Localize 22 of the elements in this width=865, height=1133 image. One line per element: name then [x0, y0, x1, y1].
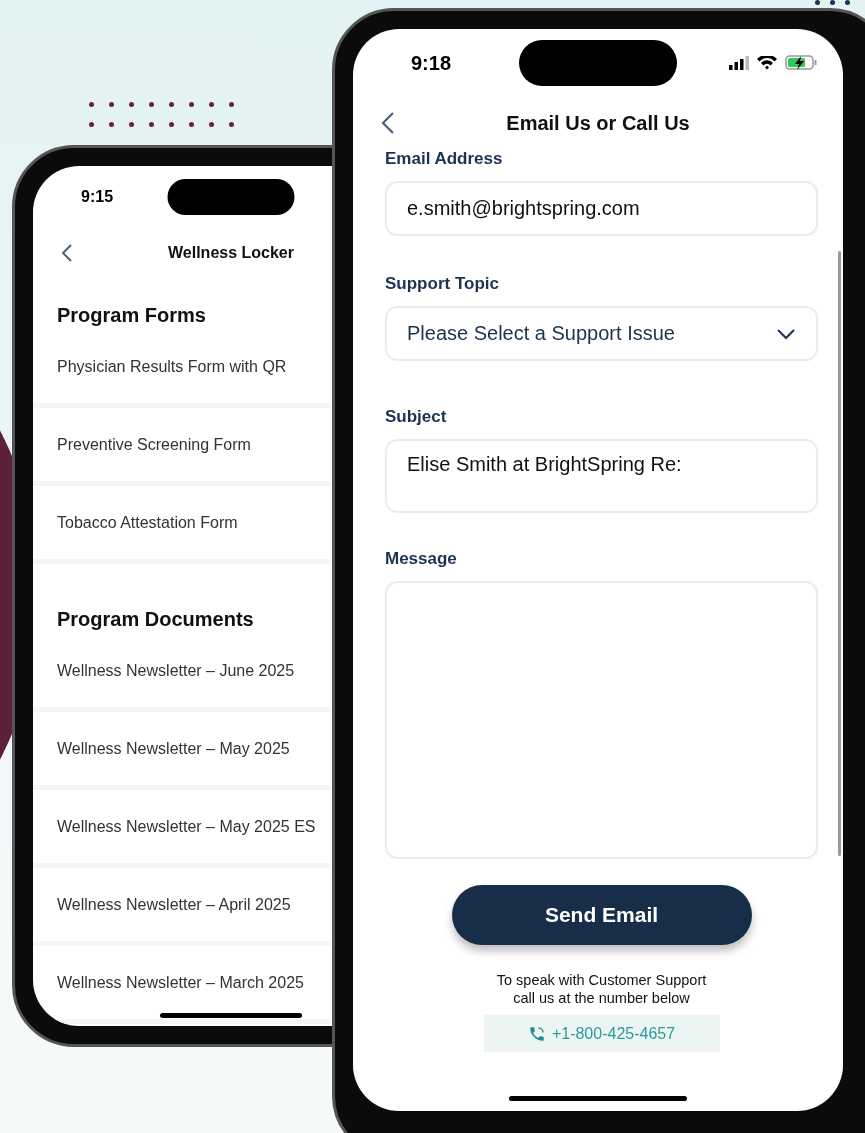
section-heading: Program Documents [56, 606, 255, 632]
send-button[interactable]: Send Email [451, 885, 752, 945]
back-icon[interactable] [61, 243, 73, 263]
field-label: Support Topic [385, 274, 500, 294]
section-heading: Program Forms [56, 302, 207, 328]
phone-icon [527, 1024, 546, 1043]
dropdown-field[interactable]: Please Select a Support Issue [385, 306, 818, 361]
field-label: Subject [385, 407, 448, 427]
chevron-down-icon [776, 327, 796, 340]
status-time: 9:15 [81, 188, 114, 206]
screen-title: Email Us or Call Us [506, 111, 690, 135]
status-time: 9:18 [411, 51, 452, 75]
field-label: Email Address [385, 149, 504, 169]
support-note: To speak with Customer Support call us at the number below [496, 971, 707, 1007]
signal-icon [729, 55, 749, 71]
input-field[interactable]: e.smith@brightspring.com [385, 181, 818, 236]
screen-title: Wellness Locker [168, 244, 294, 262]
back-icon[interactable] [381, 111, 395, 135]
field-label: Message [385, 549, 458, 569]
wifi-icon [757, 55, 777, 71]
battery-icon [785, 55, 817, 71]
input-field[interactable]: Elise Smith at BrightSpring Re: [385, 439, 818, 513]
